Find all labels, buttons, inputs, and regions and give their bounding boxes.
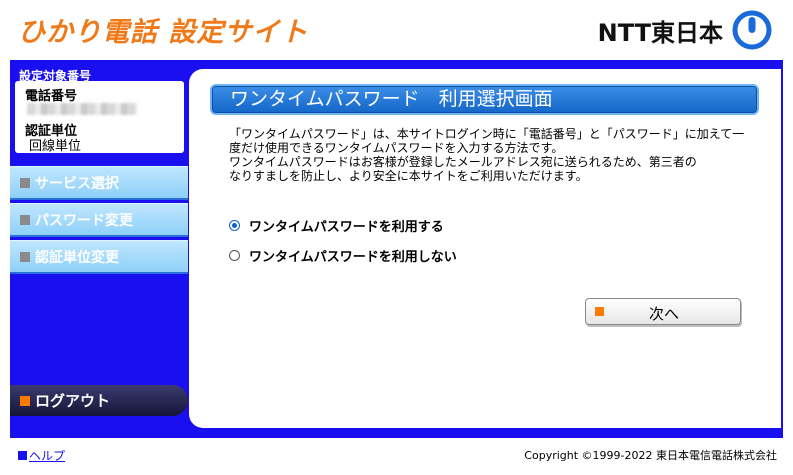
description-line: 度だけ使用できるワンタイムパスワードを入力する方法です。 <box>229 141 564 155</box>
phone-number-value-redacted <box>27 103 137 115</box>
auth-unit-value: 回線単位 <box>29 139 82 154</box>
ntt-logo: NTT東日本 <box>598 9 773 51</box>
logout-button[interactable]: ログアウト <box>10 385 188 416</box>
square-bullet-icon <box>18 451 27 460</box>
target-info-box: 電話番号 認証単位 回線単位 <box>15 81 184 154</box>
option-label: ワンタイムパスワードを利用する <box>249 220 444 235</box>
description-line: 「ワンタイムパスワード」は、本サイトログイン時に「電話番号」と「パスワード」に加… <box>229 127 745 141</box>
ntt-logo-text: NTT東日本 <box>597 18 723 47</box>
next-button-label: 次へ <box>648 305 679 323</box>
sidebar-item-password-change[interactable]: パスワード変更 <box>10 203 188 237</box>
sidebar-item-service-select[interactable]: サービス選択 <box>10 166 188 200</box>
phone-number-label: 電話番号 <box>25 89 78 104</box>
square-bullet-icon <box>20 214 30 225</box>
description-line: なりすましを防止し、より安全に本サイトをご利用いただけます。 <box>229 169 588 183</box>
option-label: ワンタイムパスワードを利用しない <box>249 250 457 265</box>
copyright: Copyright ©1999-2022 東日本電信電話株式会社 <box>524 449 777 462</box>
sidebar-item-label: パスワード変更 <box>35 212 133 229</box>
help-link[interactable]: ヘルプ <box>18 447 65 464</box>
square-bullet-icon <box>20 395 30 406</box>
square-bullet-icon <box>20 251 30 262</box>
radio-icon[interactable] <box>229 220 240 231</box>
square-bullet-icon <box>20 177 30 188</box>
page-title: ワンタイムパスワード 利用選択画面 <box>210 84 759 115</box>
sidebar-item-auth-unit-change[interactable]: 認証単位変更 <box>10 240 188 274</box>
sidebar-item-label: 認証単位変更 <box>35 249 119 266</box>
sidebar-item-label: サービス選択 <box>35 175 119 192</box>
option-not-use-otp[interactable]: ワンタイムパスワードを利用しない <box>229 246 457 265</box>
description: 「ワンタイムパスワード」は、本サイトログイン時に「電話番号」と「パスワード」に加… <box>229 127 749 183</box>
radio-icon[interactable] <box>229 250 240 261</box>
ntt-logo-icon <box>732 10 772 50</box>
description-line: ワンタイムパスワードはお客様が登録したメールアドレス宛に送られるため、第三者の <box>229 155 697 169</box>
header: ひかり電話 設定サイト NTT東日本 <box>0 0 793 60</box>
next-button[interactable]: 次へ <box>585 298 741 325</box>
help-link-label: ヘルプ <box>29 449 66 463</box>
site-title: ひかり電話 設定サイト <box>18 17 309 48</box>
option-use-otp[interactable]: ワンタイムパスワードを利用する <box>229 216 444 235</box>
logout-label: ログアウト <box>35 392 111 410</box>
